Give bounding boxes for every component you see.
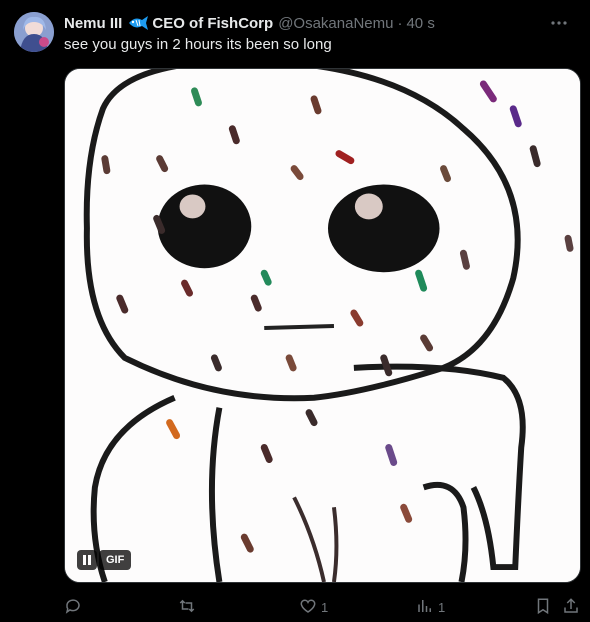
retweet-icon: [178, 597, 196, 618]
bookmark-icon: [534, 597, 552, 618]
views-icon: [416, 597, 434, 618]
share-button[interactable]: [562, 596, 580, 618]
retweet-button[interactable]: [178, 596, 200, 618]
more-options-icon[interactable]: [548, 12, 570, 34]
like-button[interactable]: 1: [299, 596, 328, 618]
share-icon: [562, 597, 580, 618]
display-name[interactable]: Nemu III: [64, 15, 122, 32]
action-bar: 1 1: [64, 596, 584, 618]
gif-image: [65, 69, 580, 582]
user-handle[interactable]: @OsakanaNemu: [278, 15, 393, 32]
fish-icon: [127, 15, 149, 31]
views-count: 1: [438, 599, 446, 615]
timestamp[interactable]: 40 s: [406, 15, 434, 32]
gif-badge: GIF: [99, 550, 132, 570]
like-count: 1: [321, 599, 329, 615]
reply-icon: [64, 597, 82, 618]
reply-button[interactable]: [64, 596, 86, 618]
heart-icon: [299, 597, 317, 618]
tweet-header: Nemu III CEO of FishCorp @OsakanaNemu · …: [64, 12, 570, 34]
bookmark-button[interactable]: [534, 596, 552, 618]
tweet[interactable]: Nemu III CEO of FishCorp @OsakanaNemu · …: [0, 0, 590, 622]
separator: ·: [397, 14, 403, 32]
views-button[interactable]: 1: [416, 596, 445, 618]
gif-controls: GIF: [77, 550, 132, 570]
tweet-text: see you guys in 2 hours its been so long: [64, 36, 332, 53]
avatar[interactable]: [14, 12, 54, 52]
display-name-suffix[interactable]: CEO of FishCorp: [152, 15, 273, 32]
pause-icon[interactable]: [77, 550, 97, 570]
gif-media[interactable]: GIF: [64, 68, 581, 583]
